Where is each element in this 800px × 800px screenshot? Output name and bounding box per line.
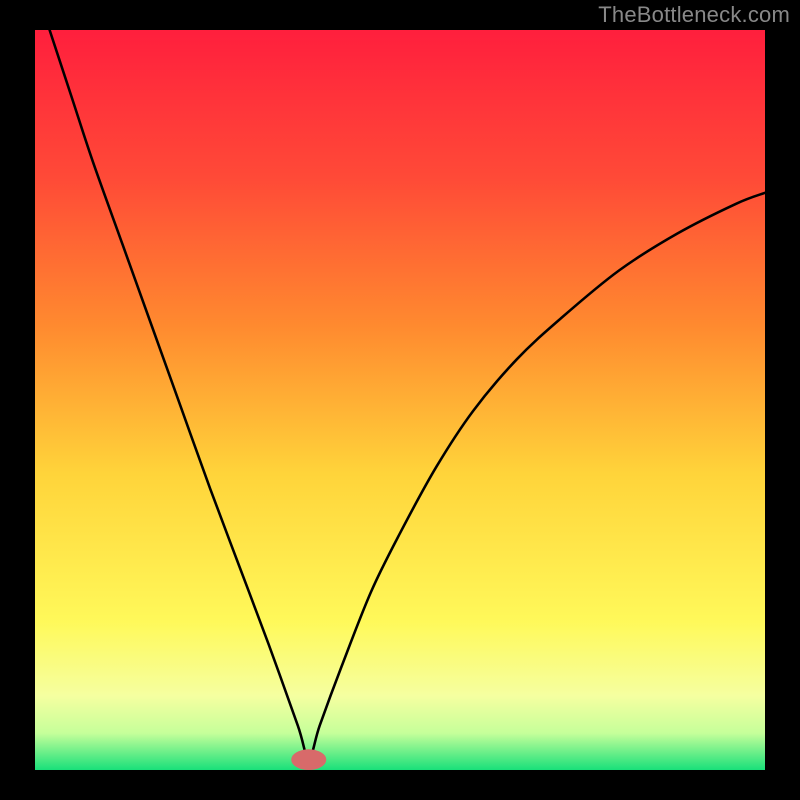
- bottleneck-chart: [35, 30, 765, 770]
- chart-frame: TheBottleneck.com: [0, 0, 800, 800]
- watermark-text: TheBottleneck.com: [598, 2, 790, 28]
- heatmap-background: [35, 30, 765, 770]
- optimal-point-marker: [291, 749, 326, 770]
